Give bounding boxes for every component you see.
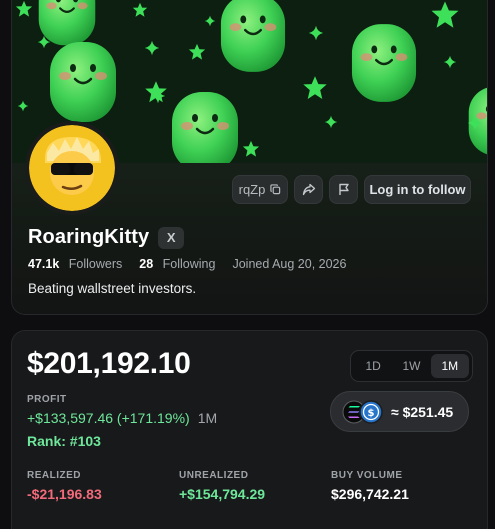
buy-volume-label: BUY VOLUME — [331, 470, 403, 481]
realized-metric: REALIZED -$21,196.83 — [27, 470, 102, 502]
buy-volume-value: $296,742.21 — [331, 486, 409, 502]
followers-stat[interactable]: 47.1k Followers — [28, 257, 122, 271]
realized-label: REALIZED — [27, 470, 81, 481]
avatar — [25, 121, 119, 215]
short-code-text: rqZp — [238, 182, 266, 197]
profit-row: +$133,597.46 (+171.19%) 1M — [27, 410, 217, 426]
token-holdings-pill[interactable]: $ ≈ $251.45 — [330, 391, 469, 432]
buy-volume-metric: BUY VOLUME $296,742.21 — [331, 470, 409, 502]
x-profile-link[interactable]: X — [158, 226, 185, 249]
profile-stats: 47.1k Followers 28 Following Joined Aug … — [28, 257, 363, 271]
profile-actions: rqZp Log in to follow — [232, 175, 471, 204]
range-tab-1w[interactable]: 1W — [392, 354, 430, 378]
usdc-icon: $ — [359, 399, 383, 424]
profile-card: rqZp Log in to follow RoaringKitty X 47.… — [11, 0, 488, 315]
profit-period: 1M — [197, 410, 218, 426]
avatar-image — [29, 125, 115, 211]
realized-value: -$21,196.83 — [27, 486, 102, 502]
share-icon — [302, 183, 315, 196]
unrealized-metric: UNREALIZED +$154,794.29 — [179, 470, 265, 502]
followers-label: Followers — [68, 257, 123, 271]
page: rqZp Log in to follow RoaringKitty X 47.… — [0, 0, 495, 529]
range-tab-1m[interactable]: 1M — [430, 354, 469, 378]
unrealized-value: +$154,794.29 — [179, 486, 266, 502]
username: RoaringKitty — [28, 226, 150, 248]
flag-icon — [338, 183, 349, 195]
unrealized-label: UNREALIZED — [179, 470, 249, 481]
svg-text:$: $ — [368, 408, 375, 419]
profit-value: +$133,597.46 (+171.19%) — [27, 410, 190, 426]
profit-label: PROFIT — [27, 394, 67, 405]
range-tab-1d[interactable]: 1D — [354, 354, 392, 378]
x-logo-icon: X — [166, 230, 176, 245]
login-to-follow-button[interactable]: Log in to follow — [364, 175, 471, 204]
following-stat[interactable]: 28 Following — [139, 257, 215, 271]
token-icons: $ — [342, 399, 383, 424]
share-button[interactable] — [294, 175, 323, 204]
portfolio-balance: $201,192.10 — [27, 347, 191, 380]
token-value: ≈ $251.45 — [391, 403, 454, 420]
time-range-tabs: 1D 1W 1M — [350, 350, 473, 382]
joined-date: Joined Aug 20, 2026 — [232, 257, 347, 271]
copy-code-button[interactable]: rqZp — [232, 175, 288, 204]
following-count: 28 — [139, 257, 154, 271]
pnl-card: $201,192.10 1D 1W 1M PROFIT +$133,597.46… — [11, 330, 488, 529]
followers-count: 47.1k — [28, 257, 60, 271]
profile-bio: Beating wallstreet investors. — [28, 281, 197, 296]
name-row: RoaringKitty X — [28, 226, 185, 249]
rank-badge: Rank: #103 — [27, 433, 101, 449]
following-label: Following — [162, 257, 216, 271]
copy-icon — [270, 184, 281, 195]
report-button[interactable] — [329, 175, 358, 204]
